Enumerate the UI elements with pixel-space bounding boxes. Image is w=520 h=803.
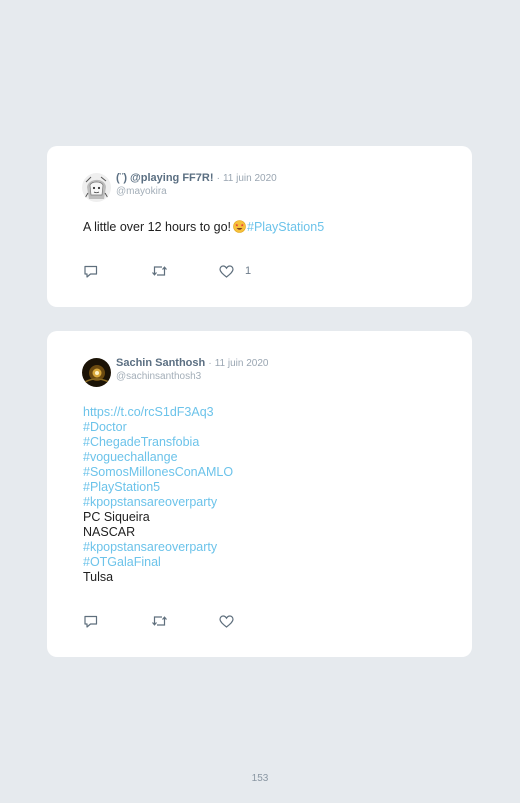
text-line: PC Siqueira — [83, 510, 150, 524]
author-name[interactable]: Sachin Santhosh — [116, 357, 205, 369]
author-handle[interactable]: @sachinsanthosh3 — [116, 372, 268, 382]
heart-icon — [219, 264, 234, 278]
tweet-card[interactable]: Sachin Santhosh · 11 juin 2020 @sachinsa… — [47, 331, 472, 657]
tweet-text: A little over 12 hours to go! #PlayStatio… — [83, 220, 324, 237]
retweet-button[interactable] — [151, 263, 219, 279]
avatar[interactable] — [82, 173, 111, 202]
hashtag-link[interactable]: #OTGalaFinal — [83, 555, 233, 570]
hashtag-link[interactable]: #voguechallange — [83, 450, 233, 465]
author-name[interactable]: (¨) @playing FF7R! — [116, 172, 214, 184]
hashtag-link[interactable]: #kpopstansareoverparty — [83, 495, 233, 510]
hashtag-link[interactable]: #SomosMillonesConAMLO — [83, 465, 233, 480]
like-button[interactable]: 1 — [219, 263, 287, 279]
retweet-button[interactable] — [151, 613, 219, 629]
hashtag-link[interactable]: #Doctor — [83, 420, 233, 435]
tweet-meta: (¨) @playing FF7R! · 11 juin 2020 @mayok… — [116, 173, 277, 197]
url-link[interactable]: https://t.co/rcS1dF3Aq3 — [83, 405, 233, 420]
tweet-card[interactable]: (¨) @playing FF7R! · 11 juin 2020 @mayok… — [47, 146, 472, 307]
tweet-date[interactable]: 11 juin 2020 — [223, 173, 277, 184]
night-light-photo-avatar-icon — [82, 358, 111, 387]
tweet-actions — [83, 613, 287, 629]
reply-icon — [84, 615, 98, 628]
text-line: NASCAR — [83, 525, 136, 539]
star-struck-emoji-icon — [233, 220, 246, 237]
hashtag-link[interactable]: #ChegadeTransfobia — [83, 435, 233, 450]
tweet-header: (¨) @playing FF7R! · 11 juin 2020 @mayok… — [82, 173, 277, 202]
reply-button[interactable] — [83, 613, 151, 629]
hashtag-link[interactable]: #PlayStation5 — [83, 480, 233, 495]
avatar[interactable] — [82, 358, 111, 387]
author-handle[interactable]: @mayokira — [116, 187, 277, 197]
retweet-icon — [152, 616, 167, 626]
hashtag-link[interactable]: #kpopstansareoverparty — [83, 540, 233, 555]
text-line: Tulsa — [83, 570, 114, 584]
like-count: 1 — [245, 265, 252, 277]
heart-icon — [219, 614, 234, 628]
tweet-text-prefix: A little over 12 hours to go! — [83, 220, 232, 234]
like-button[interactable] — [219, 613, 287, 629]
reply-button[interactable] — [83, 263, 151, 279]
page-number: 153 — [251, 773, 269, 784]
tweet-meta: Sachin Santhosh · 11 juin 2020 @sachinsa… — [116, 358, 268, 382]
tweet-text: https://t.co/rcS1dF3Aq3 #Doctor #Chegade… — [83, 405, 233, 585]
separator: · — [216, 173, 220, 184]
separator: · — [208, 358, 212, 369]
retweet-icon — [152, 266, 167, 276]
reply-icon — [84, 265, 98, 278]
manga-sketch-avatar-icon — [82, 173, 111, 202]
tweet-actions: 1 — [83, 263, 287, 279]
hashtag-link[interactable]: #PlayStation5 — [247, 220, 324, 234]
tweet-header: Sachin Santhosh · 11 juin 2020 @sachinsa… — [82, 358, 268, 387]
tweet-date[interactable]: 11 juin 2020 — [215, 358, 269, 369]
